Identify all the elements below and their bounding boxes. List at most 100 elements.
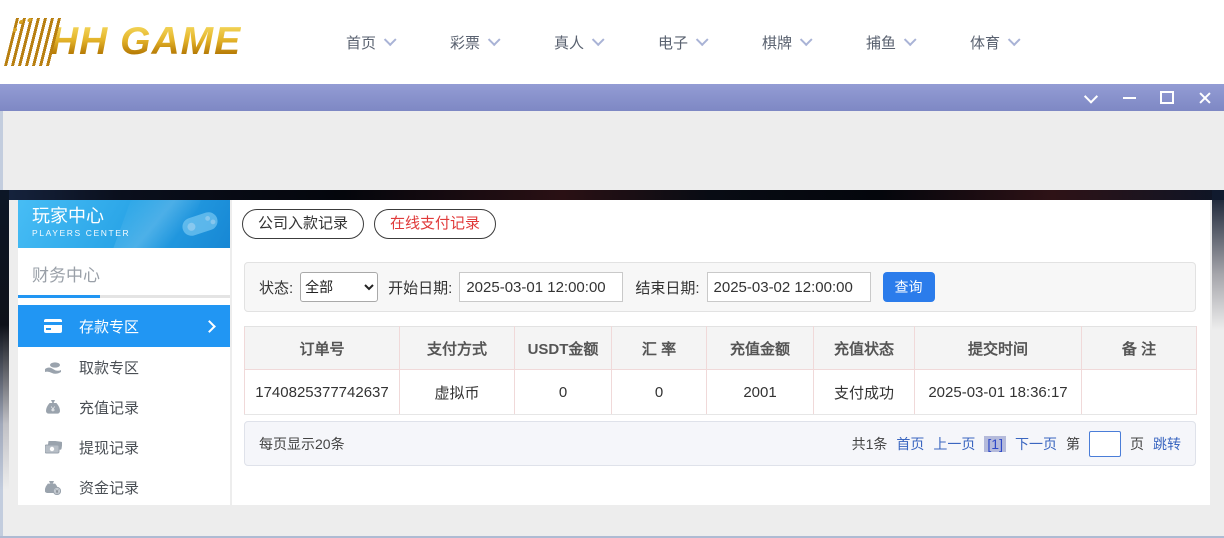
cell-remark — [1082, 370, 1197, 415]
start-date-label: 开始日期: — [388, 277, 452, 298]
nav-item-fishing[interactable]: 捕鱼 — [838, 32, 942, 53]
chevron-down-icon — [696, 33, 709, 46]
end-date-input[interactable] — [707, 272, 871, 302]
chevron-down-icon — [800, 33, 813, 46]
hand-money-icon — [44, 361, 62, 374]
status-label: 状态: — [259, 277, 293, 298]
sidebar-item-label: 取款专区 — [79, 357, 139, 378]
sidebar-section-divider — [18, 295, 230, 298]
chevron-down-icon — [1084, 89, 1098, 103]
tab-company-deposit-records[interactable]: 公司入款记录 — [242, 209, 364, 239]
nav-item-chess[interactable]: 棋牌 — [734, 32, 838, 53]
col-header-remark: 备 注 — [1082, 327, 1197, 370]
next-page-link[interactable]: 下一页 — [1015, 434, 1057, 454]
top-navigation-bar: HH GAME 首页 彩票 真人 电子 棋牌 捕鱼 体育 — [0, 0, 1224, 84]
end-date-label: 结束日期: — [635, 277, 699, 298]
jump-button[interactable]: 跳转 — [1153, 434, 1181, 454]
content-frame-top-edge — [0, 190, 1224, 200]
logo-text: HH GAME — [50, 20, 241, 64]
nav-item-label: 彩票 — [450, 32, 480, 53]
maximize-icon — [1160, 91, 1174, 104]
chevron-down-icon — [904, 33, 917, 46]
table-row: 1740825377742637 虚拟币 0 0 2001 支付成功 2025-… — [245, 370, 1197, 415]
col-header-usdt-amount: USDT金额 — [515, 327, 612, 370]
page-size-text: 每页显示20条 — [259, 434, 345, 454]
sidebar-item-deposit-zone[interactable]: 存款专区 — [18, 305, 230, 347]
search-button[interactable]: 查询 — [883, 272, 935, 302]
sidebar-item-label: 资金记录 — [79, 477, 139, 498]
payment-records-table: 订单号 支付方式 USDT金额 汇 率 充值金额 充值状态 提交时间 备 注 1… — [244, 326, 1197, 415]
cell-rate: 0 — [612, 370, 707, 415]
minimize-icon — [1123, 97, 1136, 99]
page-jump-input[interactable] — [1089, 431, 1121, 457]
sidebar-item-recharge-records[interactable]: ¥ 充值记录 — [18, 387, 230, 427]
sidebar-item-withdraw-zone[interactable]: 取款专区 — [18, 347, 230, 387]
money-bag-icon: ¥ — [44, 400, 62, 415]
bank-card-icon — [44, 319, 62, 333]
chevron-right-icon — [203, 320, 216, 333]
nav-item-slots[interactable]: 电子 — [630, 32, 734, 53]
brand-logo[interactable]: HH GAME — [10, 10, 300, 74]
chevron-down-icon — [1008, 33, 1021, 46]
sidebar-header: 玩家中心 PLAYERS CENTER — [18, 200, 230, 248]
sidebar-item-withdrawal-records[interactable]: 提现记录 — [18, 427, 230, 467]
money-bag-coin-icon: ¥ — [44, 480, 62, 495]
close-icon — [1199, 92, 1211, 104]
content-frame-left-edge — [0, 190, 9, 490]
nav-item-label: 电子 — [658, 32, 688, 53]
gamepad-icon — [178, 207, 222, 241]
sidebar-item-label: 提现记录 — [79, 437, 139, 458]
filter-bar: 状态: 全部 开始日期: 结束日期: 查询 — [244, 262, 1196, 312]
svg-text:¥: ¥ — [51, 406, 55, 413]
col-header-status: 充值状态 — [814, 327, 915, 370]
chevron-down-icon — [384, 33, 397, 46]
nav-item-live[interactable]: 真人 — [526, 32, 630, 53]
status-select[interactable]: 全部 — [300, 272, 378, 302]
cell-usdt-amount: 0 — [515, 370, 612, 415]
nav-item-home[interactable]: 首页 — [318, 32, 422, 53]
cell-status: 支付成功 — [814, 370, 915, 415]
jump-label-suffix: 页 — [1130, 434, 1144, 454]
col-header-rate: 汇 率 — [612, 327, 707, 370]
start-date-input[interactable] — [459, 272, 623, 302]
current-page-indicator[interactable]: [1] — [984, 436, 1006, 452]
nav-item-label: 捕鱼 — [866, 32, 896, 53]
cell-submit-time: 2025-03-01 18:36:17 — [915, 370, 1082, 415]
jump-label-prefix: 第 — [1066, 434, 1080, 454]
sidebar-item-label: 存款专区 — [79, 316, 139, 337]
window-minimize-button[interactable] — [1122, 91, 1136, 105]
col-header-submit-time: 提交时间 — [915, 327, 1082, 370]
nav-item-lottery[interactable]: 彩票 — [422, 32, 526, 53]
window-titlebar — [0, 84, 1224, 111]
nav-item-label: 体育 — [970, 32, 1000, 53]
chevron-down-icon — [488, 33, 501, 46]
sidebar-section-title: 财务中心 — [18, 248, 230, 295]
player-center-sidebar: 玩家中心 PLAYERS CENTER 财务中心 存款专区 取款专区 ¥ 充值记… — [18, 200, 230, 505]
records-panel: 公司入款记录 在线支付记录 状态: 全部 开始日期: 结束日期: 查询 订单号 … — [232, 200, 1210, 505]
cell-order-no: 1740825377742637 — [245, 370, 400, 415]
total-count-text: 共1条 — [852, 434, 888, 454]
window-close-button[interactable] — [1198, 91, 1212, 105]
pagination-controls: 共1条 首页 上一页 [1] 下一页 第 页 跳转 — [852, 431, 1181, 457]
window-dropdown-button[interactable] — [1084, 91, 1098, 105]
prev-page-link[interactable]: 上一页 — [933, 434, 975, 454]
nav-item-sports[interactable]: 体育 — [942, 32, 1046, 53]
col-header-amount: 充值金额 — [707, 327, 814, 370]
content-frame-right-edge — [1212, 190, 1224, 330]
sidebar-item-fund-records[interactable]: ¥ 资金记录 — [18, 467, 230, 507]
tab-online-payment-records[interactable]: 在线支付记录 — [374, 209, 496, 239]
cell-pay-method: 虚拟币 — [400, 370, 515, 415]
col-header-order-no: 订单号 — [245, 327, 400, 370]
chevron-down-icon — [592, 33, 605, 46]
col-header-pay-method: 支付方式 — [400, 327, 515, 370]
nav-item-label: 棋牌 — [762, 32, 792, 53]
cell-amount: 2001 — [707, 370, 814, 415]
sidebar-item-label: 充值记录 — [79, 397, 139, 418]
window-maximize-button[interactable] — [1160, 91, 1174, 105]
record-tabs: 公司入款记录 在线支付记录 — [242, 209, 496, 239]
first-page-link[interactable]: 首页 — [896, 434, 924, 454]
banknotes-icon — [44, 441, 62, 454]
nav-item-label: 首页 — [346, 32, 376, 53]
main-menu: 首页 彩票 真人 电子 棋牌 捕鱼 体育 — [318, 32, 1046, 53]
table-header-row: 订单号 支付方式 USDT金额 汇 率 充值金额 充值状态 提交时间 备 注 — [245, 327, 1197, 370]
